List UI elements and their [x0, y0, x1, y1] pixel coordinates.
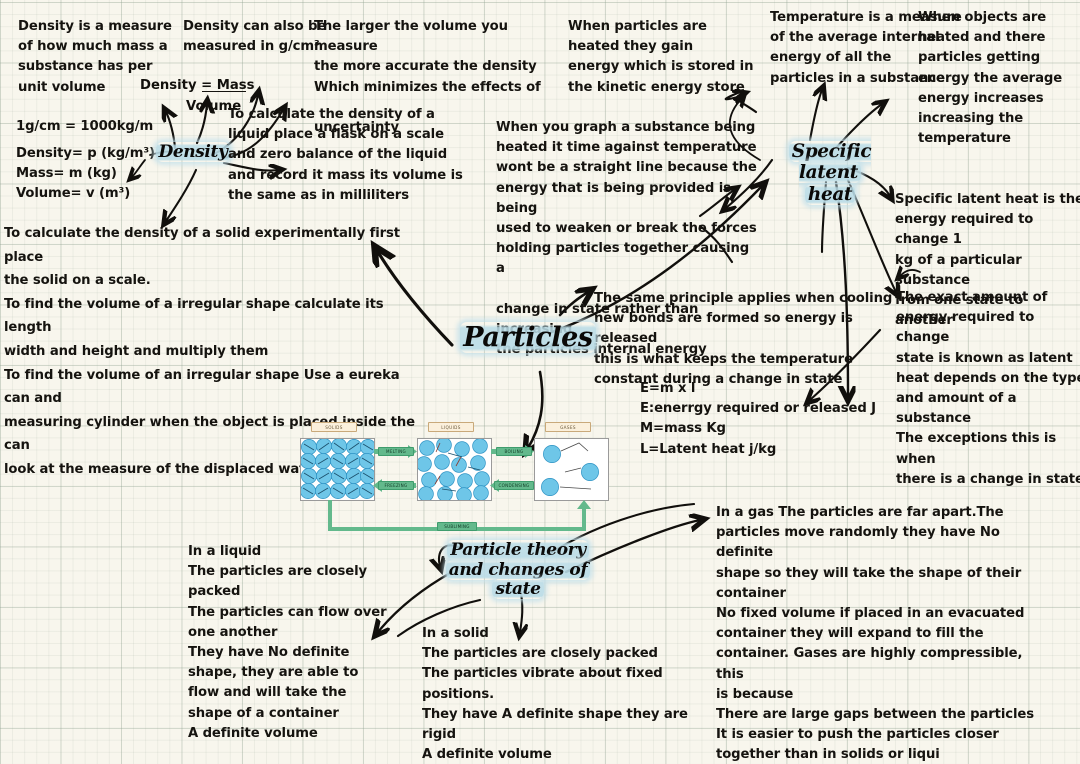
node-pt-label-line2: and changes of: [445, 559, 591, 580]
node-pt-label-line3: state: [492, 579, 544, 600]
transition-label-freezing: FREEZING: [378, 481, 414, 491]
node-particles-label: Particles: [460, 322, 596, 353]
note-latent-heat-equation: E=m x l E:enerrgy required or released J…: [640, 381, 876, 457]
note-density-units: 1g/cm = 1000kg/m: [16, 119, 154, 134]
node-density[interactable]: Density: [150, 142, 236, 163]
note-in-a-solid: In a solid The particles are closely pac…: [422, 626, 688, 763]
states-of-matter-diagram: SOLIDS LIQUIDS GASES MELTING FREEZING BO…: [300, 421, 612, 539]
note-in-a-gas: In a gas The particles are far apart.The…: [716, 505, 1034, 763]
node-slh-label-line2: heat: [804, 183, 856, 205]
transition-label-melting: MELTING: [378, 447, 414, 457]
node-particle-theory[interactable]: Particle theory and changes of state: [443, 540, 593, 600]
transition-label-condensing: CONDENSING: [494, 481, 534, 491]
node-pt-label-line1: Particle theory: [447, 540, 589, 560]
note-density-alt-units: Density can also be measured in g/cm³: [183, 19, 327, 55]
node-slh-label-line1: Specific latent: [788, 141, 872, 184]
note-heated-particles: When particles are heated they gain ener…: [568, 19, 754, 95]
note-objects-heated: When objects are heated and there partic…: [918, 10, 1063, 147]
mind-map-canvas: Density is a measure of how much mass a …: [0, 0, 1080, 764]
transition-label-boiling: BOILING: [496, 447, 532, 457]
note-liquid-density-method: To calculate the density of a liquid pla…: [228, 107, 463, 203]
note-exact-amount-latent-heat: The exact amount of energy required to c…: [896, 290, 1080, 487]
node-density-label: Density: [155, 142, 231, 162]
node-specific-latent-heat[interactable]: Specific latent heat: [760, 141, 900, 205]
node-particles-central[interactable]: Particles: [455, 322, 601, 353]
note-in-a-liquid: In a liquid The particles are closely pa…: [188, 544, 387, 741]
note-cooling-principle: The same principle applies when cooling …: [594, 291, 893, 387]
transition-label-subliming: SUBLIMING: [437, 522, 477, 532]
fraction-bar: [202, 91, 246, 92]
